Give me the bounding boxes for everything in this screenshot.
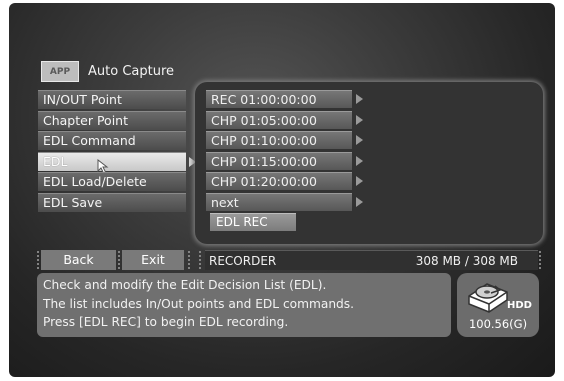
help-line: Check and modify the Edit Decision List … xyxy=(43,278,327,292)
menu-item-edl-save[interactable]: EDL Save xyxy=(38,192,186,212)
edl-row[interactable]: CHP 01:05:00:00 xyxy=(206,110,363,129)
arrow-right-icon xyxy=(356,176,363,186)
edl-row[interactable]: CHP 01:20:00:00 xyxy=(206,172,363,190)
divider-dots xyxy=(198,250,202,270)
menu-item-label: EDL Load/Delete xyxy=(43,174,147,189)
edl-row-label: CHP 01:10:00:00 xyxy=(211,133,317,148)
menu-item-edl-command[interactable]: EDL Command xyxy=(38,131,186,150)
edl-rec-button[interactable]: EDL REC xyxy=(210,213,296,231)
divider-dots xyxy=(36,250,40,270)
menu-item-label: Chapter Point xyxy=(43,112,128,128)
edl-row[interactable]: REC 01:00:00:00 xyxy=(206,90,363,108)
menu-item-label: EDL Save xyxy=(43,194,103,210)
exit-button[interactable]: Exit xyxy=(122,250,184,270)
hdd-capacity: 100.56(G) xyxy=(468,317,528,331)
edl-row-next[interactable]: next xyxy=(206,192,363,211)
storage-usage: 308 MB / 308 MB xyxy=(415,254,518,268)
hdd-icon xyxy=(468,283,508,313)
arrow-right-icon xyxy=(356,114,363,125)
menu-item-label: EDL Command xyxy=(43,133,136,148)
menu-item-chapter-point[interactable]: Chapter Point xyxy=(38,110,186,130)
help-line: The list includes In/Out points and EDL … xyxy=(43,296,355,311)
back-button[interactable]: Back xyxy=(41,250,116,270)
menu-item-label: IN/OUT Point xyxy=(43,92,122,107)
arrow-right-icon xyxy=(356,155,363,166)
status-bar: RECORDER 308 MB / 308 MB xyxy=(205,250,538,270)
app-tag: APP xyxy=(41,61,79,82)
divider-dots xyxy=(117,250,121,270)
edl-row-label: CHP 01:20:00:00 xyxy=(211,174,317,189)
status-label: RECORDER xyxy=(209,254,277,268)
menu-item-label: EDL xyxy=(43,153,68,169)
menu-item-edl[interactable]: EDL xyxy=(38,151,196,174)
side-menu: IN/OUT Point Chapter Point EDL Command E… xyxy=(38,90,196,213)
arrow-right-icon xyxy=(356,196,363,207)
menu-item-in-out-point[interactable]: IN/OUT Point xyxy=(38,90,186,109)
page-title: Auto Capture xyxy=(88,64,175,79)
help-line: Press [EDL REC] to begin EDL recording. xyxy=(43,315,289,329)
edl-row[interactable]: CHP 01:15:00:00 xyxy=(206,151,363,170)
arrow-right-icon xyxy=(356,135,363,145)
divider-dots xyxy=(187,250,191,270)
edl-row-label: CHP 01:05:00:00 xyxy=(211,112,317,128)
menu-item-edl-load-delete[interactable]: EDL Load/Delete xyxy=(38,172,186,191)
divider-dots xyxy=(538,250,542,270)
hdd-label: HDD xyxy=(507,300,532,311)
arrow-right-icon xyxy=(356,94,363,104)
edl-row-label: REC 01:00:00:00 xyxy=(211,92,317,107)
edl-list: REC 01:00:00:00 CHP 01:05:00:00 CHP 01:1… xyxy=(206,90,363,213)
edl-row-label: CHP 01:15:00:00 xyxy=(211,153,317,169)
help-text-box: Check and modify the Edit Decision List … xyxy=(37,273,451,337)
hdd-status: HDD 100.56(G) xyxy=(457,273,539,337)
edl-row[interactable]: CHP 01:10:00:00 xyxy=(206,131,363,149)
edl-row-label: next xyxy=(211,194,239,210)
